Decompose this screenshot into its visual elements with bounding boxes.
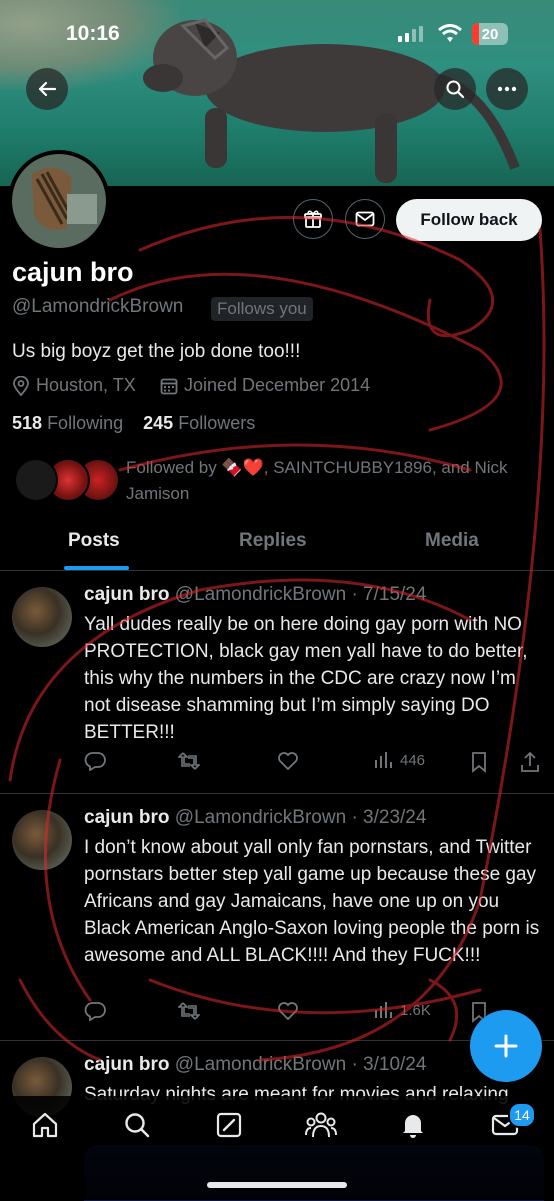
mail-icon <box>355 211 375 227</box>
compose-button[interactable] <box>470 1010 542 1082</box>
views-icon <box>375 752 392 768</box>
profile-bio: Us big boyz get the job done too!!! <box>12 341 301 362</box>
views-button[interactable]: 1.6K <box>374 1001 431 1019</box>
back-arrow-icon <box>38 81 57 97</box>
nav-explore[interactable] <box>120 1110 154 1140</box>
status-bar: 10:16 20 <box>0 20 554 50</box>
following-label: Following <box>47 413 124 433</box>
messages-badge: 14 <box>508 1102 536 1128</box>
search-button[interactable] <box>434 68 476 110</box>
bookmark-icon <box>472 752 486 773</box>
like-icon <box>278 752 298 771</box>
views-button[interactable]: 446 <box>374 751 425 769</box>
status-time: 10:16 <box>66 22 120 45</box>
grok-icon <box>216 1112 242 1138</box>
follows-you-badge: Follows you <box>211 297 313 321</box>
post-item[interactable]: cajun bro @LamondrickBrown · 7/15/24 Yal… <box>0 571 554 794</box>
post-date: · 3/23/24 <box>351 807 427 828</box>
nav-notifications[interactable] <box>396 1110 430 1140</box>
follower-avatar <box>14 458 58 502</box>
reply-button[interactable] <box>84 751 106 771</box>
nav-home[interactable] <box>28 1110 62 1140</box>
profile-location: Houston, TX <box>12 375 136 396</box>
message-button[interactable] <box>345 199 385 239</box>
nav-grok[interactable] <box>212 1110 246 1140</box>
post-header: cajun bro @LamondrickBrown · 3/23/24 <box>84 807 426 829</box>
more-icon <box>497 86 517 92</box>
communities-icon <box>305 1112 337 1138</box>
tab-replies[interactable]: Replies <box>239 530 307 552</box>
search-icon <box>446 80 465 99</box>
tab-media[interactable]: Media <box>425 530 479 552</box>
follow-back-button[interactable]: Follow back <box>396 199 542 241</box>
share-icon <box>521 751 539 772</box>
post-header: cajun bro @LamondrickBrown · 3/10/24 <box>84 1054 426 1076</box>
gift-button[interactable] <box>293 199 333 239</box>
like-button[interactable] <box>277 1001 299 1021</box>
profile-handle: @LamondrickBrown <box>12 296 184 317</box>
battery-indicator: 20 <box>472 23 508 45</box>
bookmark-button[interactable] <box>470 751 488 773</box>
retweet-button[interactable] <box>178 1001 200 1021</box>
location-text: Houston, TX <box>36 375 136 395</box>
calendar-icon <box>160 378 178 394</box>
battery-percent: 20 <box>481 26 499 43</box>
views-count: 1.6K <box>400 1001 431 1019</box>
post-author-handle: @LamondrickBrown <box>174 807 347 828</box>
post-date: · 3/10/24 <box>351 1054 427 1075</box>
views-count: 446 <box>400 751 426 769</box>
post-item[interactable]: cajun bro @LamondrickBrown · 3/23/24 I d… <box>0 794 554 1041</box>
profile-joined: Joined December 2014 <box>160 375 370 396</box>
avatar-image <box>12 154 106 248</box>
back-button[interactable] <box>26 68 68 110</box>
post-actions: 446 <box>84 751 544 779</box>
more-button[interactable] <box>486 68 528 110</box>
profile-avatar[interactable] <box>8 150 110 252</box>
location-icon <box>13 375 29 396</box>
post-text: Yall dudes really be on here doing gay p… <box>84 614 528 743</box>
post-avatar[interactable] <box>12 810 72 870</box>
joined-text: Joined December 2014 <box>184 375 371 395</box>
retweet-icon <box>178 1002 200 1020</box>
profile-tabs: Posts Replies Media <box>0 522 554 571</box>
profile-name: cajun bro <box>12 257 134 287</box>
profile-counts: 518 Following 245 Followers <box>12 413 255 434</box>
post-author-handle: @LamondrickBrown <box>174 584 347 605</box>
post-header: cajun bro @LamondrickBrown · 7/15/24 <box>84 584 426 606</box>
nav-communities[interactable] <box>304 1110 338 1140</box>
post-text: I don’t know about yall only fan pornsta… <box>84 837 540 966</box>
active-tab-indicator <box>64 566 129 570</box>
followers-label: Followers <box>178 413 256 433</box>
post-author-name[interactable]: cajun bro <box>84 807 170 828</box>
post-actions: 1.6K <box>84 1001 544 1029</box>
following-link[interactable]: 518 Following <box>12 413 123 433</box>
views-icon <box>375 1002 392 1018</box>
post-author-name[interactable]: cajun bro <box>84 584 170 605</box>
gift-icon <box>304 210 322 228</box>
following-count: 518 <box>12 413 43 433</box>
retweet-button[interactable] <box>178 751 200 771</box>
notifications-icon <box>403 1115 423 1138</box>
post-avatar[interactable] <box>12 587 72 647</box>
reply-button[interactable] <box>84 1001 106 1021</box>
signal-icon <box>398 26 423 42</box>
post-author-name[interactable]: cajun bro <box>84 1054 170 1075</box>
reply-icon <box>84 752 106 771</box>
explore-icon <box>125 1113 150 1138</box>
post-author-handle: @LamondrickBrown <box>174 1054 347 1075</box>
followed-by-text[interactable]: Followed by 🍫❤️, SAINTCHUBBY1896, and Ni… <box>126 455 536 507</box>
home-icon <box>32 1112 58 1138</box>
home-indicator <box>207 1182 347 1188</box>
reply-icon <box>84 1002 106 1021</box>
wifi-icon <box>438 24 462 42</box>
post-date: · 7/15/24 <box>351 584 427 605</box>
like-icon <box>278 1002 298 1021</box>
followers-link[interactable]: 245 Followers <box>143 413 255 433</box>
followers-count: 245 <box>143 413 174 433</box>
tab-posts[interactable]: Posts <box>68 530 120 552</box>
like-button[interactable] <box>277 751 299 771</box>
retweet-icon <box>178 752 200 770</box>
share-button[interactable] <box>520 751 540 773</box>
plus-icon <box>494 1034 518 1058</box>
